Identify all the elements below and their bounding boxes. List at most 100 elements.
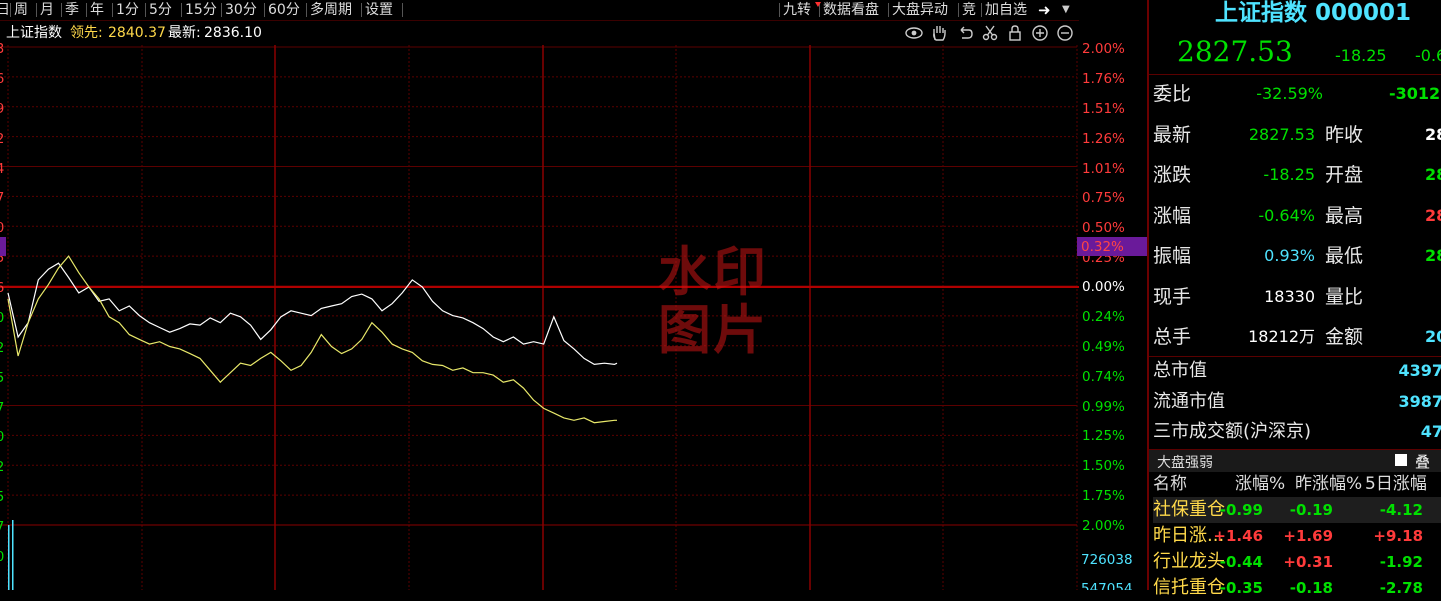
period-tab-6[interactable]: 5分 xyxy=(149,0,172,20)
y-tick-upper-4: 1.01% xyxy=(1082,160,1125,177)
period-tab-1[interactable]: 周 xyxy=(14,0,28,20)
left-axis-digit: 6 xyxy=(0,71,5,87)
quote-label-2: 最低 xyxy=(1325,245,1364,267)
quote-label-2: 金额 xyxy=(1325,326,1364,348)
period-tab-11[interactable]: 设置 xyxy=(365,0,393,20)
watermark-line-1: 水印 xyxy=(658,242,768,303)
quote-label-2: 昨收 xyxy=(1325,123,1364,146)
quote-value-2: 28 xyxy=(1425,124,1441,144)
quote-value: -18.25 xyxy=(1263,165,1315,184)
toolbar-right-2[interactable]: 大盘异动 xyxy=(892,0,948,20)
row-name: 信托重仓 xyxy=(1153,577,1225,598)
quote-row: 总手 18212万金额 20 xyxy=(1153,317,1441,357)
toolbar-separator xyxy=(888,3,889,17)
table-header-1: 涨幅% xyxy=(1235,474,1286,494)
row-c2: +0.31 xyxy=(1283,553,1333,571)
zoom-out-icon[interactable] xyxy=(1056,24,1074,42)
period-tab-8[interactable]: 30分 xyxy=(225,0,257,20)
period-tab-10[interactable]: 多周期 xyxy=(310,0,352,20)
table-row[interactable]: 信托重仓 -0.35 -0.18 -2.78 xyxy=(1153,575,1441,601)
row-c1: -0.99 xyxy=(1219,501,1263,519)
current-pct-value: 0.32% xyxy=(1081,239,1124,255)
table-header-3: 5日涨幅 xyxy=(1365,474,1427,494)
market-row: 三市成交额(沪深京) 47 xyxy=(1153,417,1441,447)
collapse-arrow-icon[interactable]: ➜ xyxy=(1038,0,1051,20)
period-tab-5[interactable]: 1分 xyxy=(116,0,139,20)
quote-row: 涨跌 -18.25 开盘 28 xyxy=(1153,155,1441,195)
period-tab-4[interactable]: 年 xyxy=(90,0,104,20)
row-c3: -2.78 xyxy=(1379,579,1423,597)
toolbar-separator xyxy=(402,3,403,17)
toolbar-separator xyxy=(86,3,87,17)
quote-value: 2827.53 xyxy=(1248,124,1315,144)
toolbar-separator xyxy=(112,3,113,17)
quote-value-2: -3012 xyxy=(1389,84,1441,103)
row-c1: -0.35 xyxy=(1219,579,1263,597)
table-row[interactable]: 行业龙头 -0.44 +0.31 -1.92 xyxy=(1153,549,1441,575)
toolbar-right-1[interactable]: 数据看盘 xyxy=(823,0,879,20)
quote-row: 涨幅 -0.64% 最高 28 xyxy=(1153,196,1441,236)
table-row[interactable]: 昨日涨... +1.46 +1.69 +9.18 xyxy=(1153,523,1441,549)
y-tick-lower-5: 1.50% xyxy=(1082,458,1125,475)
volume-bar xyxy=(12,520,14,590)
period-tab-2[interactable]: 月 xyxy=(40,0,54,20)
quote-panel: 上证指数 000001 2827.53 -18.25 -0.6 委比 -32.59… xyxy=(1147,0,1441,598)
zoom-in-icon[interactable] xyxy=(1031,24,1049,42)
left-axis-digit: 2 xyxy=(0,340,5,356)
hand-icon[interactable] xyxy=(930,24,948,42)
left-axis-digit: 3 xyxy=(0,42,5,57)
quote-row: 振幅 0.93% 最低 28 xyxy=(1153,236,1441,276)
left-axis-digit: 4 xyxy=(0,161,5,177)
left-axis-digit: 0 xyxy=(0,549,5,565)
volume-top-label: 726038 xyxy=(1081,552,1133,568)
undo-icon[interactable] xyxy=(956,24,974,42)
y-tick-upper-3: 1.26% xyxy=(1082,130,1125,147)
eye-icon[interactable] xyxy=(905,25,923,41)
row-c3: +9.18 xyxy=(1373,527,1423,545)
y-tick-lower-3: 0.99% xyxy=(1082,398,1125,415)
period-tab-0[interactable]: 日 xyxy=(0,0,10,20)
toolbar-separator xyxy=(361,3,362,17)
volume-bars xyxy=(8,520,14,590)
period-tab-3[interactable]: 季 xyxy=(65,0,79,20)
toolbar-right-4[interactable]: 加自选 xyxy=(985,0,1027,20)
dropdown-arrow-icon[interactable]: ▼ xyxy=(1062,0,1070,20)
toolbar-separator xyxy=(958,3,959,17)
scissors-icon[interactable] xyxy=(981,24,999,42)
highlight-marker-left xyxy=(0,237,6,256)
left-axis-digit: 0 xyxy=(0,221,5,237)
panel-change: -18.25 xyxy=(1335,46,1387,65)
y-tick-upper-6: 0.50% xyxy=(1082,220,1125,237)
toolbar-separator xyxy=(264,3,265,17)
row-c3: -1.92 xyxy=(1379,553,1423,571)
quote-label: 振幅 xyxy=(1153,245,1192,267)
row-c3: -4.12 xyxy=(1379,501,1423,519)
lead-label: 领先: xyxy=(70,25,103,41)
left-axis-digit: 7 xyxy=(0,191,5,207)
intraday-chart[interactable] xyxy=(0,45,1079,590)
quote-label: 涨幅 xyxy=(1153,204,1192,227)
toolbar-separator xyxy=(779,3,780,17)
lock-icon[interactable] xyxy=(1007,24,1023,42)
quote-label: 涨跌 xyxy=(1153,164,1192,186)
overlay-label: 叠 xyxy=(1415,453,1431,471)
overlay-checkbox[interactable] xyxy=(1395,454,1407,466)
period-tab-9[interactable]: 60分 xyxy=(268,0,300,20)
toolbar-separator xyxy=(181,3,182,17)
quote-value-2: 20 xyxy=(1425,327,1441,346)
quote-value-2: 28 xyxy=(1425,205,1441,225)
left-axis-digit: 5 xyxy=(0,370,5,386)
market-row: 流通市值 3987 xyxy=(1153,387,1441,417)
chart-grid xyxy=(0,45,1079,590)
quote-value: 18212万 xyxy=(1248,327,1315,346)
toolbar-right-0[interactable]: 九转 xyxy=(783,0,811,20)
index-name: 上证指数 xyxy=(6,25,62,41)
table-row[interactable]: 社保重仓 -0.99 -0.19 -4.12 xyxy=(1153,497,1441,523)
row-name: 行业龙头 xyxy=(1153,551,1225,572)
quote-value-2: 28 xyxy=(1425,246,1441,265)
period-tab-7[interactable]: 15分 xyxy=(185,0,217,20)
quote-label-2: 开盘 xyxy=(1325,164,1364,186)
toolbar-right-3[interactable]: 竞 xyxy=(962,0,976,20)
quote-value: -0.64% xyxy=(1258,205,1315,225)
table-header-0: 名称 xyxy=(1153,474,1187,494)
